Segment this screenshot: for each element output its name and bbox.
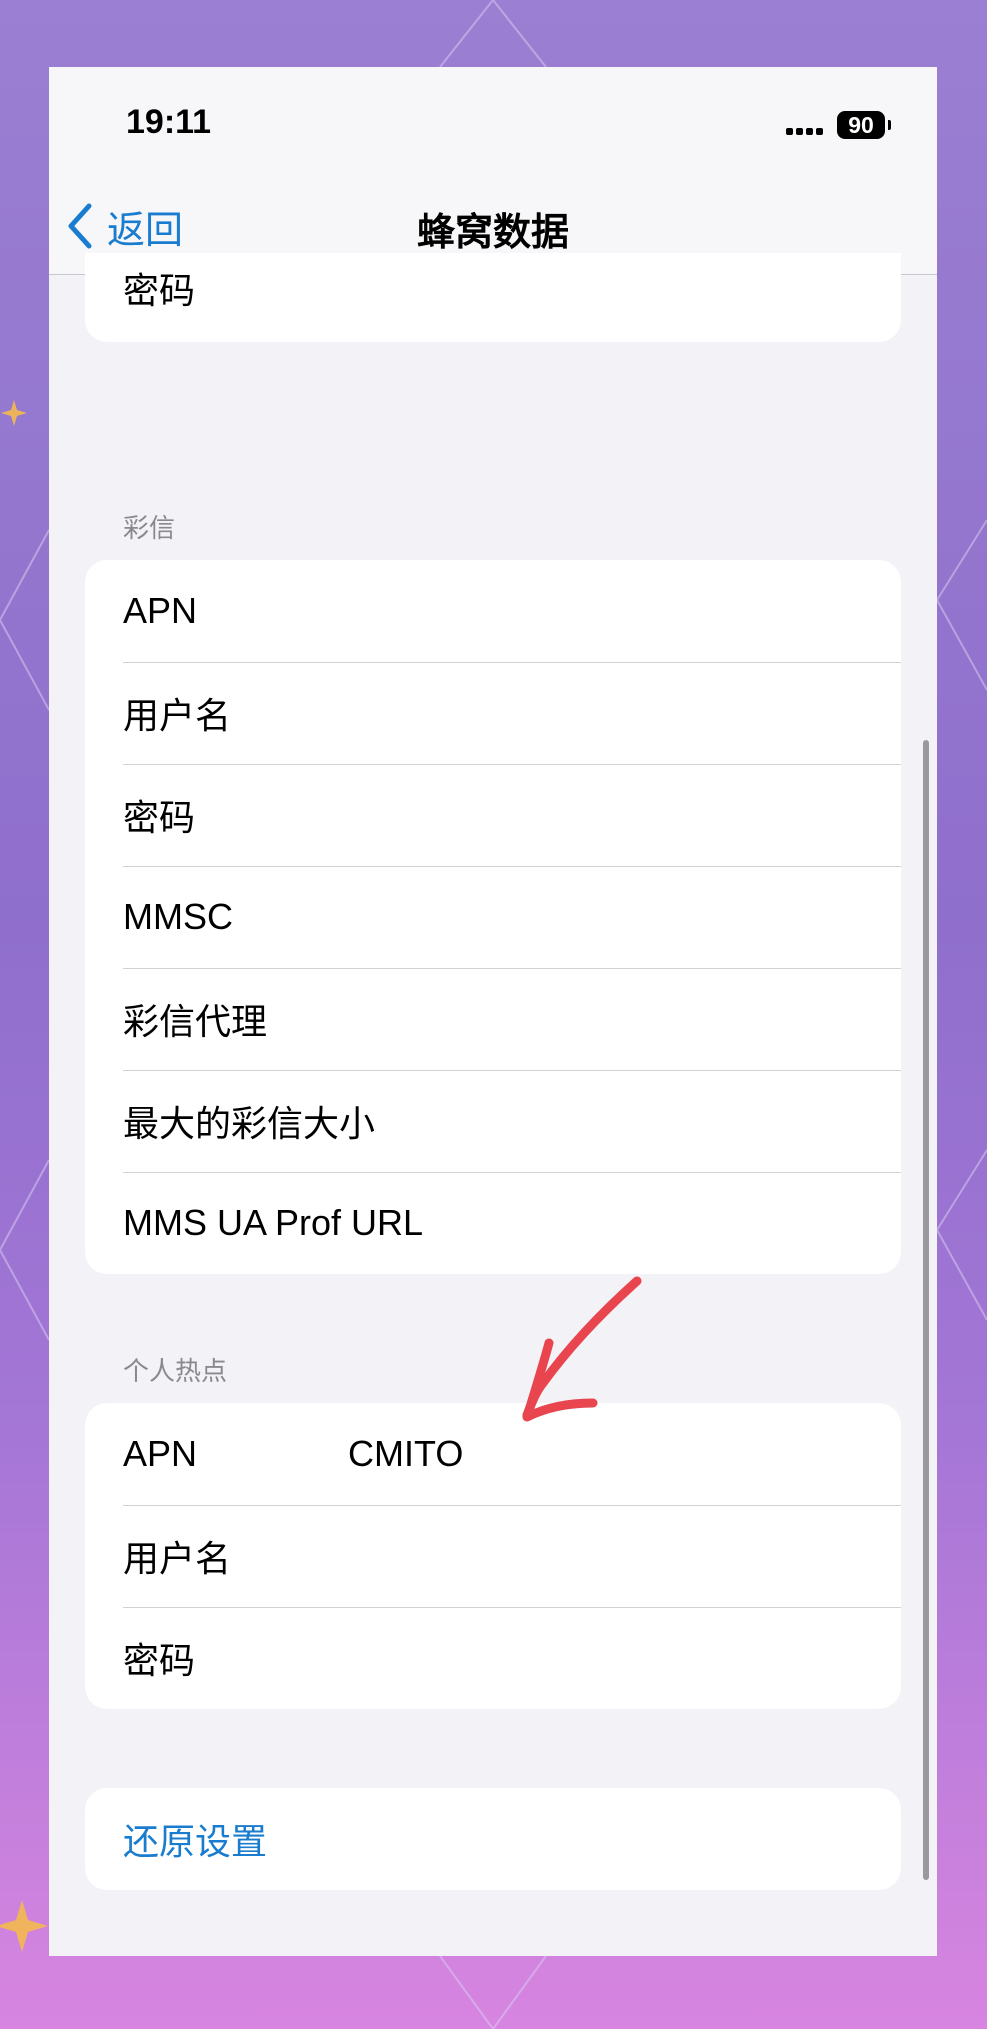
status-bar: 19:11 90 bbox=[49, 67, 937, 179]
reset-settings-button[interactable]: 还原设置 bbox=[85, 1788, 901, 1890]
row-label: 用户名 bbox=[123, 695, 232, 736]
mmsc-field[interactable]: MMSC bbox=[85, 866, 901, 968]
hotspot-username-field[interactable]: 用户名 bbox=[85, 1505, 901, 1607]
cellular-password-field[interactable]: 密码 bbox=[85, 253, 901, 342]
status-time: 19:11 bbox=[126, 103, 212, 141]
row-label: APN bbox=[123, 1433, 198, 1474]
battery-icon: 90 bbox=[837, 111, 891, 139]
row-label: MMSC bbox=[123, 896, 233, 937]
mms-max-size-field[interactable]: 最大的彩信大小 bbox=[85, 1070, 901, 1172]
row-label: 彩信代理 bbox=[123, 1001, 268, 1042]
hotspot-section-header: 个人热点 bbox=[123, 1356, 228, 1386]
mms-username-field[interactable]: 用户名 bbox=[85, 662, 901, 764]
hotspot-password-field[interactable]: 密码 bbox=[85, 1607, 901, 1709]
reset-card: 还原设置 bbox=[85, 1788, 901, 1890]
hotspot-apn-value: CMITO bbox=[348, 1433, 464, 1474]
mms-proxy-field[interactable]: 彩信代理 bbox=[85, 968, 901, 1070]
reset-label: 还原设置 bbox=[123, 1821, 268, 1862]
row-label: MMS UA Prof URL bbox=[123, 1202, 424, 1243]
row-label: 密码 bbox=[123, 1640, 196, 1681]
row-label: APN bbox=[123, 590, 198, 631]
phone-screen: 19:11 90 返回 蜂窝数据 密码 彩信 APN 用户名 密码 MMSC 彩… bbox=[49, 67, 937, 1956]
apn-card-partial: 密码 bbox=[85, 253, 901, 342]
row-label: 最大的彩信大小 bbox=[123, 1103, 376, 1144]
signal-icon bbox=[786, 123, 824, 135]
mms-apn-field[interactable]: APN bbox=[85, 560, 901, 662]
row-label: 密码 bbox=[123, 270, 196, 311]
mms-card: APN 用户名 密码 MMSC 彩信代理 最大的彩信大小 MMS UA Prof… bbox=[85, 560, 901, 1274]
row-label: 用户名 bbox=[123, 1538, 232, 1579]
scroll-indicator[interactable] bbox=[923, 740, 929, 1880]
page-title: 蜂窝数据 bbox=[416, 212, 569, 254]
arrow-annotation-icon bbox=[522, 1276, 642, 1422]
mms-section-header: 彩信 bbox=[123, 513, 176, 543]
row-label: 密码 bbox=[123, 797, 196, 838]
mms-password-field[interactable]: 密码 bbox=[85, 764, 901, 866]
